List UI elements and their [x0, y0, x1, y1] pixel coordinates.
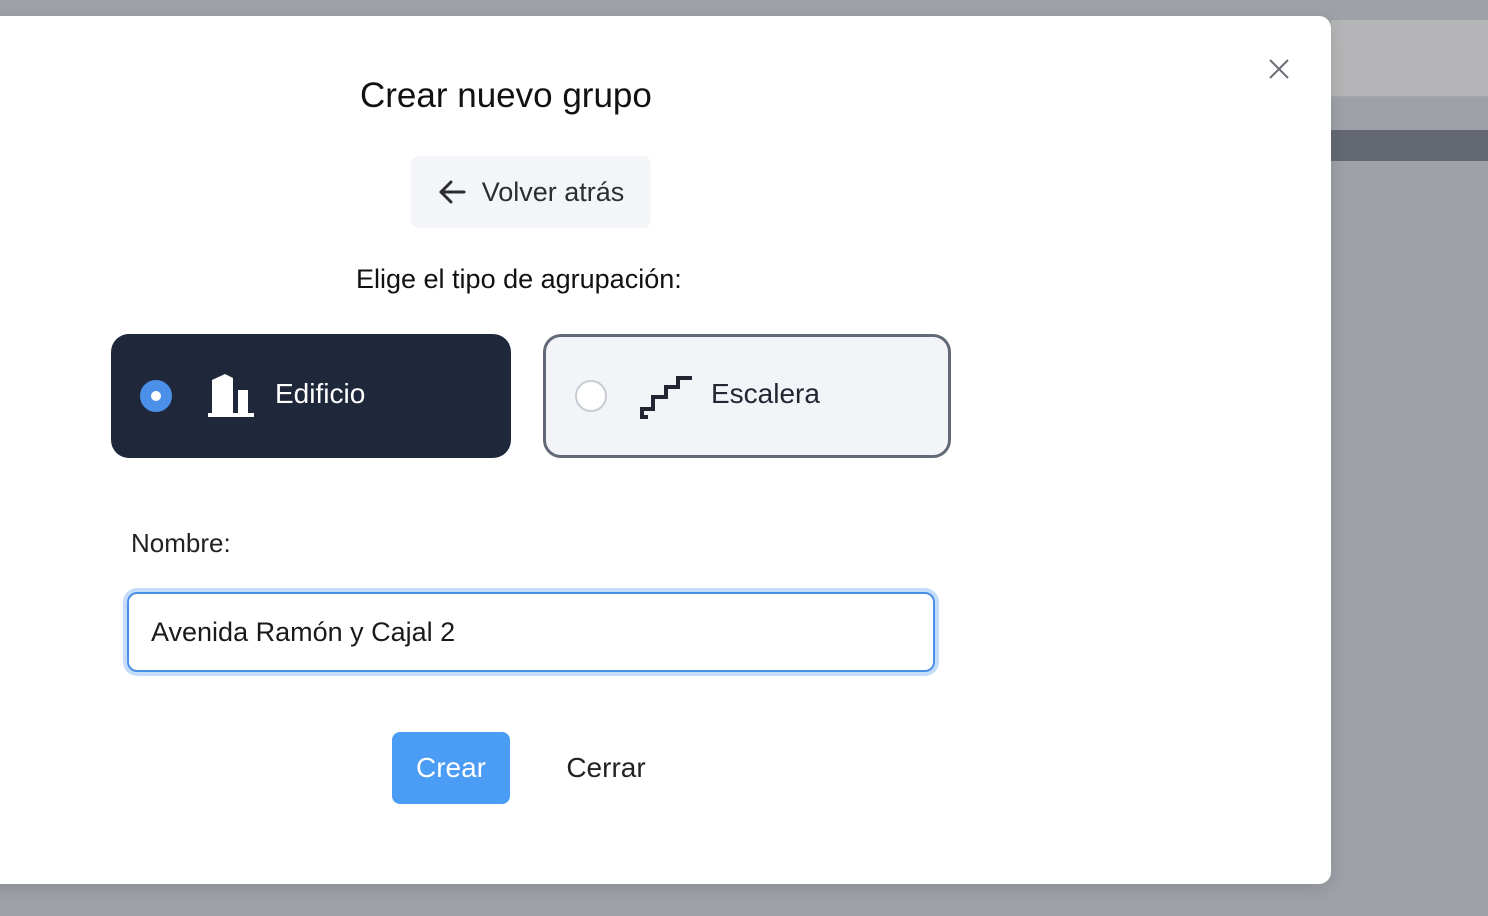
back-button-label: Volver atrás: [481, 176, 625, 207]
create-button[interactable]: Crear: [392, 732, 510, 804]
create-group-modal: Crear nuevo grupo Volver atrás Elige el …: [0, 16, 1331, 884]
option-escalera[interactable]: Escalera: [543, 334, 951, 458]
name-field-label: Nombre:: [131, 528, 231, 558]
arrow-left-icon: [438, 180, 466, 204]
option-label: Escalera: [711, 378, 820, 409]
name-input-focus-ring: [127, 592, 935, 672]
stairs-icon: [640, 375, 694, 419]
building-icon: [207, 372, 255, 418]
cancel-button[interactable]: Cerrar: [546, 732, 666, 804]
radio-escalera[interactable]: [575, 380, 607, 412]
modal-title: Crear nuevo grupo: [360, 76, 652, 115]
radio-edificio[interactable]: [140, 380, 172, 412]
back-button[interactable]: Volver atrás: [411, 156, 651, 228]
background-header: [1331, 20, 1488, 98]
close-modal-button[interactable]: [1266, 56, 1292, 82]
grouping-prompt: Elige el tipo de agrupación:: [356, 264, 682, 294]
option-label: Edificio: [275, 378, 366, 409]
option-edificio[interactable]: Edificio: [111, 334, 511, 458]
close-icon: [1269, 59, 1289, 79]
name-input[interactable]: [127, 592, 935, 672]
background-bar: [1331, 130, 1488, 161]
